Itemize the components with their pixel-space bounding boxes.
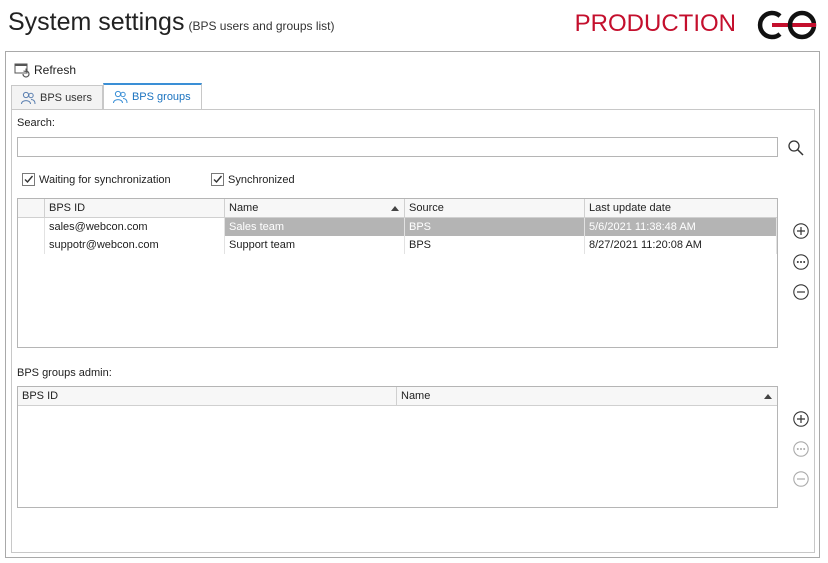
refresh-button[interactable]: Refresh: [14, 61, 76, 79]
cell-bps-id: sales@webcon.com: [45, 218, 225, 236]
more-icon: [793, 441, 809, 457]
environment-label: PRODUCTION: [574, 10, 736, 37]
cell-last-update: 8/27/2021 11:20:08 AM: [585, 236, 777, 254]
row-indicator-header: [18, 199, 45, 217]
page-title: System settings (BPS users and groups lis…: [8, 8, 335, 37]
bps-groups-panel: Search: Waiting for synchronization Sync…: [11, 109, 815, 553]
remove-admin-button[interactable]: [792, 470, 810, 488]
column-header-bps-id[interactable]: BPS ID: [45, 199, 225, 217]
tab-bps-users-label: BPS users: [40, 91, 92, 104]
group-icon: [112, 90, 128, 104]
search-label: Search:: [17, 117, 55, 129]
search-input[interactable]: [17, 137, 778, 157]
page-title-text: System settings: [8, 8, 185, 36]
column-header-source[interactable]: Source: [405, 199, 585, 217]
search-icon[interactable]: [787, 139, 805, 157]
add-icon: [793, 223, 809, 239]
synchronized-label: Synchronized: [228, 173, 295, 186]
checkbox-box: [22, 173, 35, 186]
table-row[interactable]: suppotr@webcon.com Support team BPS 8/27…: [18, 236, 777, 254]
remove-group-button[interactable]: [792, 283, 810, 301]
edit-group-button[interactable]: [792, 253, 810, 271]
settings-frame: Refresh BPS users BPS groups Search: Wai…: [5, 51, 820, 558]
sort-ascending-icon: [391, 206, 399, 211]
cell-last-update: 5/6/2021 11:38:48 AM: [585, 218, 777, 236]
checkmark-icon: [24, 175, 34, 184]
cell-name: Support team: [225, 236, 405, 254]
page-subtitle: (BPS users and groups list): [188, 19, 335, 33]
grid-header: BPS ID Name Source Last update date: [18, 199, 777, 218]
edit-admin-button[interactable]: [792, 440, 810, 458]
row-indicator: [18, 236, 45, 254]
admin-grid-header: BPS ID Name: [18, 387, 777, 406]
admin-column-header-bps-id[interactable]: BPS ID: [18, 387, 397, 405]
row-indicator: [18, 218, 45, 236]
refresh-label: Refresh: [34, 63, 77, 77]
cell-name: Sales team: [225, 218, 405, 236]
add-admin-button[interactable]: [792, 410, 810, 428]
waiting-for-sync-checkbox[interactable]: Waiting for synchronization: [22, 173, 171, 186]
checkmark-icon: [213, 175, 223, 184]
cell-bps-id: suppotr@webcon.com: [45, 236, 225, 254]
column-header-name-label: Name: [229, 202, 259, 214]
admin-column-header-name-label: Name: [401, 390, 431, 402]
bps-groups-grid[interactable]: BPS ID Name Source Last update date sale…: [17, 198, 778, 348]
waiting-for-sync-label: Waiting for synchronization: [39, 173, 171, 186]
add-group-button[interactable]: [792, 222, 810, 240]
table-row[interactable]: sales@webcon.com Sales team BPS 5/6/2021…: [18, 218, 777, 236]
add-icon: [793, 411, 809, 427]
webcon-logo-icon: [757, 10, 817, 40]
cell-source: BPS: [405, 218, 585, 236]
column-header-name[interactable]: Name: [225, 199, 405, 217]
tab-strip: BPS users BPS groups: [11, 83, 202, 109]
admin-column-header-name[interactable]: Name: [397, 387, 777, 405]
column-header-last-update[interactable]: Last update date: [585, 199, 777, 217]
refresh-icon: [14, 63, 30, 78]
more-icon: [793, 254, 809, 270]
groups-admin-grid[interactable]: BPS ID Name: [17, 386, 778, 508]
header: System settings (BPS users and groups lis…: [0, 0, 828, 50]
tab-bps-groups[interactable]: BPS groups: [102, 83, 202, 109]
checkbox-box: [211, 173, 224, 186]
synchronized-checkbox[interactable]: Synchronized: [211, 173, 295, 186]
tab-bps-groups-label: BPS groups: [131, 91, 191, 103]
user-icon: [21, 91, 36, 104]
remove-icon: [793, 471, 809, 487]
groups-admin-label: BPS groups admin:: [17, 367, 112, 379]
cell-source: BPS: [405, 236, 585, 254]
remove-icon: [793, 284, 809, 300]
sort-ascending-icon: [764, 394, 772, 399]
tab-bps-users[interactable]: BPS users: [11, 85, 103, 109]
